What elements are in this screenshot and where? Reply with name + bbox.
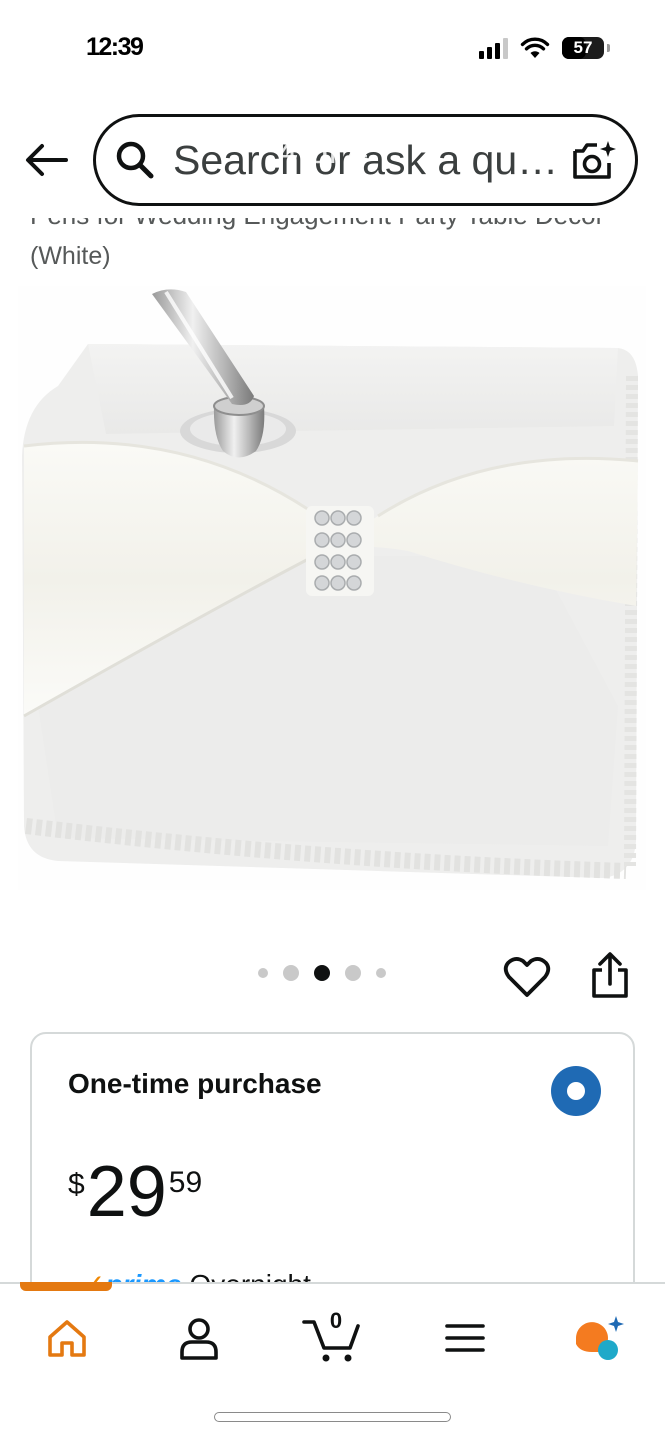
tab-menu[interactable] xyxy=(433,1308,497,1368)
home-icon xyxy=(48,1320,86,1357)
price-symbol: $ xyxy=(68,1168,85,1201)
carousel-dot[interactable] xyxy=(345,965,361,981)
back-arrow-icon[interactable] xyxy=(22,140,70,180)
camera-search-icon[interactable] xyxy=(571,139,617,183)
battery-icon: 57 xyxy=(562,37,604,59)
search-placeholder: Search or ask a qu… xyxy=(173,136,559,183)
status-icons: 57 xyxy=(479,36,610,60)
purchase-option-label: One-time purchase xyxy=(68,1068,322,1099)
bottom-tab-bar: 0 xyxy=(0,1282,665,1440)
status-bar: 12:39 57 xyxy=(0,0,665,100)
price-whole: 29 xyxy=(86,1152,167,1232)
product-title-end: (White) xyxy=(30,242,111,270)
tab-account[interactable] xyxy=(167,1308,231,1368)
person-icon xyxy=(180,1318,218,1360)
price-fraction: 59 xyxy=(168,1166,203,1199)
tab-home[interactable] xyxy=(35,1308,99,1368)
heart-icon[interactable] xyxy=(503,955,551,999)
product-image[interactable] xyxy=(18,286,646,890)
price: $ 29 59 xyxy=(68,1156,202,1228)
battery-level: 57 xyxy=(573,38,593,57)
carousel-dot[interactable] xyxy=(258,968,268,978)
tab-rufus[interactable] xyxy=(566,1308,630,1368)
carousel-dot[interactable] xyxy=(283,965,299,981)
carousel-dot[interactable] xyxy=(314,965,330,981)
battery-cap xyxy=(607,44,610,52)
image-carousel-dots[interactable] xyxy=(258,965,386,981)
carousel-dot[interactable] xyxy=(376,968,386,978)
search-header: Search or ask a qu… 4 of 4 xyxy=(0,100,665,218)
search-input[interactable]: Search or ask a qu… xyxy=(93,114,638,206)
active-tab-indicator xyxy=(20,1282,112,1291)
share-icon[interactable] xyxy=(588,952,632,1000)
cellular-signal-icon xyxy=(479,37,508,59)
search-icon xyxy=(116,141,154,179)
rufus-assistant-icon xyxy=(576,1316,624,1360)
product-title-partial: Pens for Wedding Engagement Party Table … xyxy=(30,218,604,231)
purchase-option-radio[interactable] xyxy=(551,1066,601,1116)
product-title: Pens for Wedding Engagement Party Table … xyxy=(0,218,665,278)
status-time: 12:39 xyxy=(86,33,144,61)
wifi-icon xyxy=(520,37,550,58)
home-indicator xyxy=(214,1412,451,1422)
menu-icon xyxy=(445,1324,485,1352)
cart-count: 0 xyxy=(329,1308,343,1333)
